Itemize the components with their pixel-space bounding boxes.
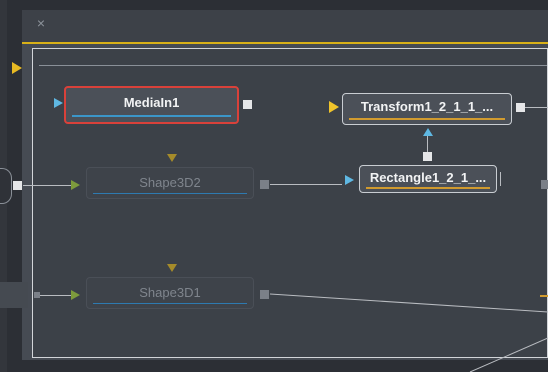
shape3d1-input-wire xyxy=(40,295,71,296)
side-connector-tab[interactable] xyxy=(0,168,12,204)
node-label: Transform1_2_1_1_... xyxy=(360,99,494,114)
close-icon[interactable]: × xyxy=(34,16,48,30)
node-label: Shape3D1 xyxy=(139,285,201,300)
transform-output-wire xyxy=(525,107,548,108)
rectangle-side-mark xyxy=(500,172,501,186)
shape3d2-output-port[interactable] xyxy=(260,180,269,189)
transform-input-port[interactable] xyxy=(329,101,339,113)
group-tab-header[interactable] xyxy=(22,10,548,44)
node-status-bar xyxy=(349,118,505,120)
side-output-port[interactable] xyxy=(13,181,22,190)
shape3d1-output-port[interactable] xyxy=(260,290,269,299)
node-mediain1[interactable]: MediaIn1 xyxy=(64,86,239,124)
transform-output-port[interactable] xyxy=(516,103,525,112)
rectangle-input-port[interactable] xyxy=(345,175,354,185)
node-transform[interactable]: Transform1_2_1_1_... xyxy=(342,93,512,125)
node-editor-canvas[interactable]: × MediaIn1 Transform1_2_1_1_... Rectangl… xyxy=(0,0,548,372)
shape3d2-to-rectangle-wire xyxy=(270,184,342,185)
node-label: Shape3D2 xyxy=(139,175,201,190)
shape3d1-input-port[interactable] xyxy=(71,290,80,300)
node-label: Rectangle1_2_1_... xyxy=(369,170,487,185)
shape3d2-top-input[interactable] xyxy=(167,154,177,162)
node-label: MediaIn1 xyxy=(123,95,180,110)
transform-mask-port[interactable] xyxy=(423,128,433,136)
group-input-icon[interactable] xyxy=(12,62,22,74)
mediain-output-port[interactable] xyxy=(243,100,252,109)
rectangle-output-port[interactable] xyxy=(423,152,432,161)
shape3d2-input-port[interactable] xyxy=(71,180,80,190)
shape3d2-input-wire xyxy=(23,185,71,186)
node-shape3d1[interactable]: Shape3D1 xyxy=(86,277,254,309)
node-rectangle[interactable]: Rectangle1_2_1_... xyxy=(359,165,497,193)
group-divider xyxy=(39,65,547,66)
node-status-bar xyxy=(93,193,247,194)
side-panel-stub xyxy=(0,282,28,308)
offscreen-port[interactable] xyxy=(541,180,548,189)
mask-wire xyxy=(427,136,428,152)
shape3d1-top-input[interactable] xyxy=(167,264,177,272)
mediain-input-port[interactable] xyxy=(54,98,63,108)
node-status-bar xyxy=(366,187,490,189)
node-status-bar xyxy=(93,303,247,304)
node-status-bar xyxy=(72,115,231,117)
node-shape3d2[interactable]: Shape3D2 xyxy=(86,167,254,199)
